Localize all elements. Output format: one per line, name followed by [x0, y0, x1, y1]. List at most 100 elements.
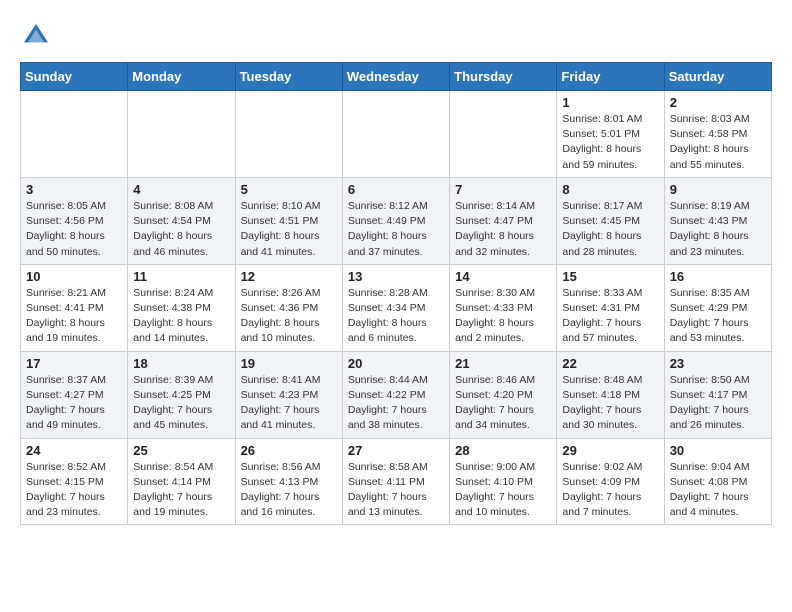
day-number: 14 — [455, 269, 551, 284]
day-info: Sunrise: 8:26 AM Sunset: 4:36 PM Dayligh… — [241, 286, 337, 347]
calendar-cell — [128, 91, 235, 178]
calendar-cell: 9 Sunrise: 8:19 AM Sunset: 4:43 PM Daylig… — [664, 177, 771, 264]
calendar-cell: 26Sunrise: 8:56 AM Sunset: 4:13 PM Dayli… — [235, 438, 342, 525]
calendar-cell: 19 Sunrise: 8:41 AM Sunset: 4:23 PM Dayli… — [235, 351, 342, 438]
day-info: Sunrise: 9:00 AM Sunset: 4:10 PM Dayligh… — [455, 460, 551, 521]
day-number: 15 — [562, 269, 658, 284]
weekday-header: Monday — [128, 63, 235, 91]
day-info: Sunrise: 8:50 AM Sunset: 4:17 PM Dayligh… — [670, 373, 766, 434]
calendar-cell: 3 Sunrise: 8:05 AM Sunset: 4:56 PM Daylig… — [21, 177, 128, 264]
weekday-header: Wednesday — [342, 63, 449, 91]
day-number: 12 — [241, 269, 337, 284]
day-info: Sunrise: 8:21 AM Sunset: 4:41 PM Dayligh… — [26, 286, 122, 347]
day-number: 2 — [670, 95, 766, 110]
day-number: 11 — [133, 269, 229, 284]
day-number: 29 — [562, 443, 658, 458]
calendar-cell: 5Sunrise: 8:10 AM Sunset: 4:51 PM Daylig… — [235, 177, 342, 264]
calendar-cell: 6 Sunrise: 8:12 AM Sunset: 4:49 PM Daylig… — [342, 177, 449, 264]
day-info: Sunrise: 8:05 AM Sunset: 4:56 PM Dayligh… — [26, 199, 122, 260]
calendar-cell — [342, 91, 449, 178]
calendar-cell: 10 Sunrise: 8:21 AM Sunset: 4:41 PM Dayli… — [21, 264, 128, 351]
day-number: 24 — [26, 443, 122, 458]
day-info: Sunrise: 8:39 AM Sunset: 4:25 PM Dayligh… — [133, 373, 229, 434]
calendar-cell: 12 Sunrise: 8:26 AM Sunset: 4:36 PM Dayli… — [235, 264, 342, 351]
day-number: 16 — [670, 269, 766, 284]
logo-icon — [20, 20, 52, 52]
day-number: 27 — [348, 443, 444, 458]
calendar-week-row: 3 Sunrise: 8:05 AM Sunset: 4:56 PM Daylig… — [21, 177, 772, 264]
weekday-header: Saturday — [664, 63, 771, 91]
calendar-cell: 15 Sunrise: 8:33 AM Sunset: 4:31 PM Dayli… — [557, 264, 664, 351]
day-number: 23 — [670, 356, 766, 371]
calendar-week-row: 10 Sunrise: 8:21 AM Sunset: 4:41 PM Dayli… — [21, 264, 772, 351]
calendar-cell: 27 Sunrise: 8:58 AM Sunset: 4:11 PM Dayli… — [342, 438, 449, 525]
day-info: Sunrise: 8:46 AM Sunset: 4:20 PM Dayligh… — [455, 373, 551, 434]
calendar-cell: 1 Sunrise: 8:01 AM Sunset: 5:01 PM Daylig… — [557, 91, 664, 178]
day-number: 21 — [455, 356, 551, 371]
day-info: Sunrise: 9:02 AM Sunset: 4:09 PM Dayligh… — [562, 460, 658, 521]
day-info: Sunrise: 8:10 AM Sunset: 4:51 PM Dayligh… — [241, 199, 337, 260]
day-number: 7 — [455, 182, 551, 197]
weekday-header: Sunday — [21, 63, 128, 91]
weekday-header-row: SundayMondayTuesdayWednesdayThursdayFrid… — [21, 63, 772, 91]
calendar-week-row: 1 Sunrise: 8:01 AM Sunset: 5:01 PM Daylig… — [21, 91, 772, 178]
calendar-cell: 18 Sunrise: 8:39 AM Sunset: 4:25 PM Dayli… — [128, 351, 235, 438]
day-info: Sunrise: 8:41 AM Sunset: 4:23 PM Dayligh… — [241, 373, 337, 434]
day-info: Sunrise: 8:58 AM Sunset: 4:11 PM Dayligh… — [348, 460, 444, 521]
day-number: 8 — [562, 182, 658, 197]
calendar-cell: 11Sunrise: 8:24 AM Sunset: 4:38 PM Dayli… — [128, 264, 235, 351]
day-info: Sunrise: 8:54 AM Sunset: 4:14 PM Dayligh… — [133, 460, 229, 521]
day-info: Sunrise: 8:19 AM Sunset: 4:43 PM Dayligh… — [670, 199, 766, 260]
calendar-cell: 13 Sunrise: 8:28 AM Sunset: 4:34 PM Dayli… — [342, 264, 449, 351]
calendar-week-row: 17 Sunrise: 8:37 AM Sunset: 4:27 PM Dayli… — [21, 351, 772, 438]
day-number: 9 — [670, 182, 766, 197]
day-info: Sunrise: 8:01 AM Sunset: 5:01 PM Dayligh… — [562, 112, 658, 173]
day-number: 6 — [348, 182, 444, 197]
calendar-cell — [235, 91, 342, 178]
calendar-cell: 24 Sunrise: 8:52 AM Sunset: 4:15 PM Dayli… — [21, 438, 128, 525]
calendar-cell: 22 Sunrise: 8:48 AM Sunset: 4:18 PM Dayli… — [557, 351, 664, 438]
day-info: Sunrise: 8:30 AM Sunset: 4:33 PM Dayligh… — [455, 286, 551, 347]
day-number: 3 — [26, 182, 122, 197]
day-number: 19 — [241, 356, 337, 371]
calendar-cell: 4Sunrise: 8:08 AM Sunset: 4:54 PM Daylig… — [128, 177, 235, 264]
day-info: Sunrise: 8:44 AM Sunset: 4:22 PM Dayligh… — [348, 373, 444, 434]
day-info: Sunrise: 8:52 AM Sunset: 4:15 PM Dayligh… — [26, 460, 122, 521]
day-info: Sunrise: 8:14 AM Sunset: 4:47 PM Dayligh… — [455, 199, 551, 260]
day-number: 1 — [562, 95, 658, 110]
day-info: Sunrise: 9:04 AM Sunset: 4:08 PM Dayligh… — [670, 460, 766, 521]
day-info: Sunrise: 8:37 AM Sunset: 4:27 PM Dayligh… — [26, 373, 122, 434]
calendar-cell: 16Sunrise: 8:35 AM Sunset: 4:29 PM Dayli… — [664, 264, 771, 351]
calendar-cell: 2 Sunrise: 8:03 AM Sunset: 4:58 PM Daylig… — [664, 91, 771, 178]
calendar-week-row: 24 Sunrise: 8:52 AM Sunset: 4:15 PM Dayli… — [21, 438, 772, 525]
day-info: Sunrise: 8:28 AM Sunset: 4:34 PM Dayligh… — [348, 286, 444, 347]
day-number: 13 — [348, 269, 444, 284]
calendar-table: SundayMondayTuesdayWednesdayThursdayFrid… — [20, 62, 772, 525]
calendar-cell — [450, 91, 557, 178]
day-number: 10 — [26, 269, 122, 284]
logo — [20, 20, 56, 52]
day-info: Sunrise: 8:08 AM Sunset: 4:54 PM Dayligh… — [133, 199, 229, 260]
day-info: Sunrise: 8:17 AM Sunset: 4:45 PM Dayligh… — [562, 199, 658, 260]
weekday-header: Thursday — [450, 63, 557, 91]
weekday-header: Friday — [557, 63, 664, 91]
calendar-cell — [21, 91, 128, 178]
day-info: Sunrise: 8:03 AM Sunset: 4:58 PM Dayligh… — [670, 112, 766, 173]
day-number: 17 — [26, 356, 122, 371]
calendar-cell: 30 Sunrise: 9:04 AM Sunset: 4:08 PM Dayli… — [664, 438, 771, 525]
day-number: 28 — [455, 443, 551, 458]
calendar-cell: 7 Sunrise: 8:14 AM Sunset: 4:47 PM Daylig… — [450, 177, 557, 264]
day-number: 22 — [562, 356, 658, 371]
calendar-cell: 14 Sunrise: 8:30 AM Sunset: 4:33 PM Dayli… — [450, 264, 557, 351]
day-number: 18 — [133, 356, 229, 371]
day-info: Sunrise: 8:48 AM Sunset: 4:18 PM Dayligh… — [562, 373, 658, 434]
day-info: Sunrise: 8:12 AM Sunset: 4:49 PM Dayligh… — [348, 199, 444, 260]
day-info: Sunrise: 8:33 AM Sunset: 4:31 PM Dayligh… — [562, 286, 658, 347]
day-number: 30 — [670, 443, 766, 458]
day-number: 20 — [348, 356, 444, 371]
day-number: 26 — [241, 443, 337, 458]
calendar-cell: 20 Sunrise: 8:44 AM Sunset: 4:22 PM Dayli… — [342, 351, 449, 438]
calendar-cell: 17 Sunrise: 8:37 AM Sunset: 4:27 PM Dayli… — [21, 351, 128, 438]
calendar-cell: 8 Sunrise: 8:17 AM Sunset: 4:45 PM Daylig… — [557, 177, 664, 264]
weekday-header: Tuesday — [235, 63, 342, 91]
